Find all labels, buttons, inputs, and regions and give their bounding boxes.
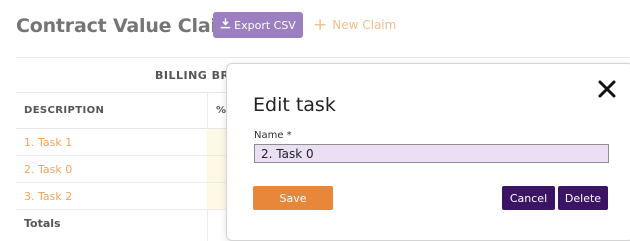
task-link[interactable]: 1. Task 1 [24,136,72,149]
column-header-percent: % [216,105,227,116]
plus-icon: + [313,14,328,35]
task-link[interactable]: 2. Task 0 [24,163,72,176]
delete-button[interactable]: Delete [558,186,608,210]
new-claim-button[interactable]: + New Claim [313,12,396,38]
cancel-button[interactable]: Cancel [502,186,555,210]
save-button[interactable]: Save [253,186,333,210]
close-icon[interactable] [596,78,618,100]
edit-task-modal: Edit task Name * Save Cancel Delete [226,63,630,241]
column-header-description: DESCRIPTION [24,105,105,116]
modal-title: Edit task [253,94,336,116]
download-icon [220,18,231,32]
export-csv-button[interactable]: Export CSV [213,12,303,38]
export-csv-label: Export CSV [234,18,296,32]
new-claim-label: New Claim [332,18,397,32]
task-link[interactable]: 3. Task 2 [24,190,72,203]
name-input[interactable] [254,144,609,163]
name-field-label: Name * [254,130,292,141]
totals-label: Totals [24,217,61,230]
